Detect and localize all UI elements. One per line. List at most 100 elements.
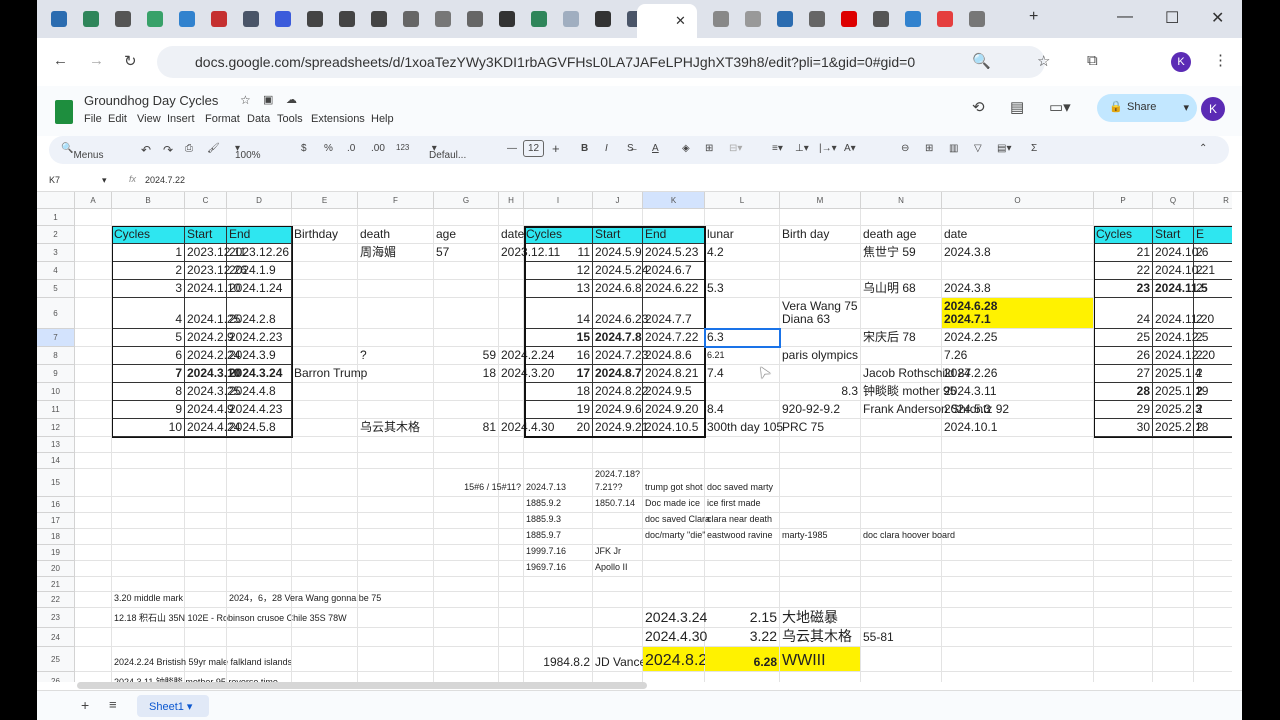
cell-l11[interactable]: 8.4 [705, 401, 780, 419]
cell[interactable] [861, 469, 942, 497]
cell[interactable] [292, 437, 358, 453]
cell-j4[interactable]: 2024.5.24 [593, 262, 648, 280]
comment-icon[interactable]: ⊞ [925, 143, 933, 154]
italic-button[interactable]: I [605, 143, 608, 154]
cell[interactable] [942, 529, 1094, 545]
cell-o8[interactable]: 7.26 [942, 347, 1094, 365]
cell[interactable] [861, 453, 942, 469]
cell[interactable] [942, 262, 1094, 280]
menu-extensions[interactable]: Extensions [311, 113, 365, 125]
cell[interactable] [292, 561, 358, 577]
cell[interactable] [227, 497, 292, 513]
cell-j16[interactable]: 1850.7.14 [593, 497, 643, 513]
cell[interactable] [1094, 647, 1153, 672]
cell-p2[interactable]: Cycles [1094, 226, 1153, 244]
cell-b5[interactable]: 3 [112, 280, 185, 298]
cell[interactable] [185, 209, 227, 226]
cell-l12[interactable]: 300th day 105 [705, 419, 783, 437]
cell-c6[interactable]: 2024.1.25 [185, 298, 240, 329]
cell[interactable] [705, 577, 780, 592]
browser-tab[interactable] [595, 11, 611, 27]
cell[interactable] [524, 209, 593, 226]
cell[interactable] [75, 401, 112, 419]
cell[interactable] [227, 209, 292, 226]
cell-i2[interactable]: Cycles [524, 226, 593, 244]
column-header-m[interactable]: M [780, 192, 861, 209]
cell[interactable] [780, 365, 861, 383]
cell[interactable] [499, 209, 524, 226]
cell-j15[interactable]: 2024.7.18? 7.21?? [593, 469, 643, 497]
cell-c4[interactable]: 2023.12.26 [185, 262, 247, 280]
cell[interactable] [705, 383, 780, 401]
browser-tab[interactable] [937, 11, 953, 27]
cell[interactable] [358, 280, 434, 298]
font-size-input[interactable]: 12 [523, 140, 545, 157]
cell-b22[interactable]: 3.20 middle mark [112, 592, 185, 608]
merge-cells-icon[interactable]: ⊟▾ [729, 143, 742, 154]
cell-p8[interactable]: 26 [1094, 347, 1153, 365]
cell[interactable] [593, 592, 643, 608]
cell-b6[interactable]: 4 [112, 298, 185, 329]
cell[interactable] [75, 513, 112, 529]
cell[interactable] [292, 647, 358, 672]
cell[interactable] [643, 453, 705, 469]
cell[interactable] [227, 608, 292, 628]
cell[interactable] [358, 497, 434, 513]
cell-m24[interactable]: 乌云其木格 [780, 628, 861, 647]
forward-icon[interactable]: → [89, 52, 104, 69]
cell-b2[interactable]: Cycles [112, 226, 185, 244]
cell[interactable] [358, 577, 434, 592]
decrease-font-size-button[interactable]: — [507, 143, 517, 154]
browser-tab[interactable] [777, 11, 793, 27]
browser-tab[interactable] [243, 11, 259, 27]
text-wrap-icon[interactable]: |→▾ [819, 143, 837, 154]
cell-b11[interactable]: 9 [112, 401, 185, 419]
cell-q11[interactable]: 2025.2.3 [1153, 401, 1202, 419]
cell-r4[interactable]: 2 [1194, 262, 1232, 280]
cell[interactable] [358, 672, 434, 682]
cell[interactable] [524, 672, 593, 682]
collapse-toolbar-icon[interactable]: ⌃ [1199, 143, 1207, 154]
all-sheets-icon[interactable]: ≡ [109, 697, 117, 712]
cell-r7[interactable]: 2 [1194, 329, 1232, 347]
row-header-26[interactable]: 26 [37, 672, 75, 682]
column-header-c[interactable]: C [185, 192, 227, 209]
cell[interactable] [593, 453, 643, 469]
chart-icon[interactable]: ▥ [949, 143, 958, 154]
cell[interactable] [75, 561, 112, 577]
cell-q2[interactable]: Start [1153, 226, 1194, 244]
cell-l5[interactable]: 5.3 [705, 280, 780, 298]
row-header-1[interactable]: 1 [37, 209, 75, 226]
cell[interactable] [185, 545, 227, 561]
increase-font-size-button[interactable]: + [552, 141, 560, 156]
cell-k10[interactable]: 2024.9.5 [643, 383, 705, 401]
cell[interactable] [1094, 672, 1153, 682]
cell[interactable] [643, 209, 705, 226]
cell[interactable] [1094, 209, 1153, 226]
cell-o12[interactable]: 2024.10.1 [942, 419, 1094, 437]
cell[interactable] [1153, 437, 1194, 453]
comments-icon[interactable]: ▤ [1010, 98, 1024, 116]
row-header-13[interactable]: 13 [37, 437, 75, 453]
cell-h8[interactable]: 2024.2.24 [499, 347, 554, 365]
menu-format[interactable]: Format [205, 113, 240, 125]
row-header-2[interactable]: 2 [37, 226, 75, 244]
cell[interactable] [1194, 545, 1232, 561]
cell-o6[interactable]: 2024.6.28 2024.7.1 [942, 298, 1094, 329]
cell[interactable] [227, 628, 292, 647]
cell[interactable] [75, 608, 112, 628]
column-header-o[interactable]: O [942, 192, 1094, 209]
cell-b9[interactable]: 7 [112, 365, 185, 383]
close-tab-icon[interactable]: ✕ [675, 13, 686, 29]
active-tab[interactable]: ✕ [637, 4, 697, 38]
cell[interactable] [499, 672, 524, 682]
cell-j5[interactable]: 2024.6.8 [593, 280, 643, 298]
cell[interactable] [705, 592, 780, 608]
cell[interactable] [524, 628, 593, 647]
cell-r3[interactable]: 2 [1194, 244, 1232, 262]
vertical-align-icon[interactable]: ⊥▾ [795, 143, 809, 154]
functions-icon[interactable]: Σ [1031, 143, 1037, 154]
cell[interactable] [1153, 577, 1194, 592]
cell-p5[interactable]: 23 [1094, 280, 1153, 298]
cell[interactable] [1194, 577, 1232, 592]
